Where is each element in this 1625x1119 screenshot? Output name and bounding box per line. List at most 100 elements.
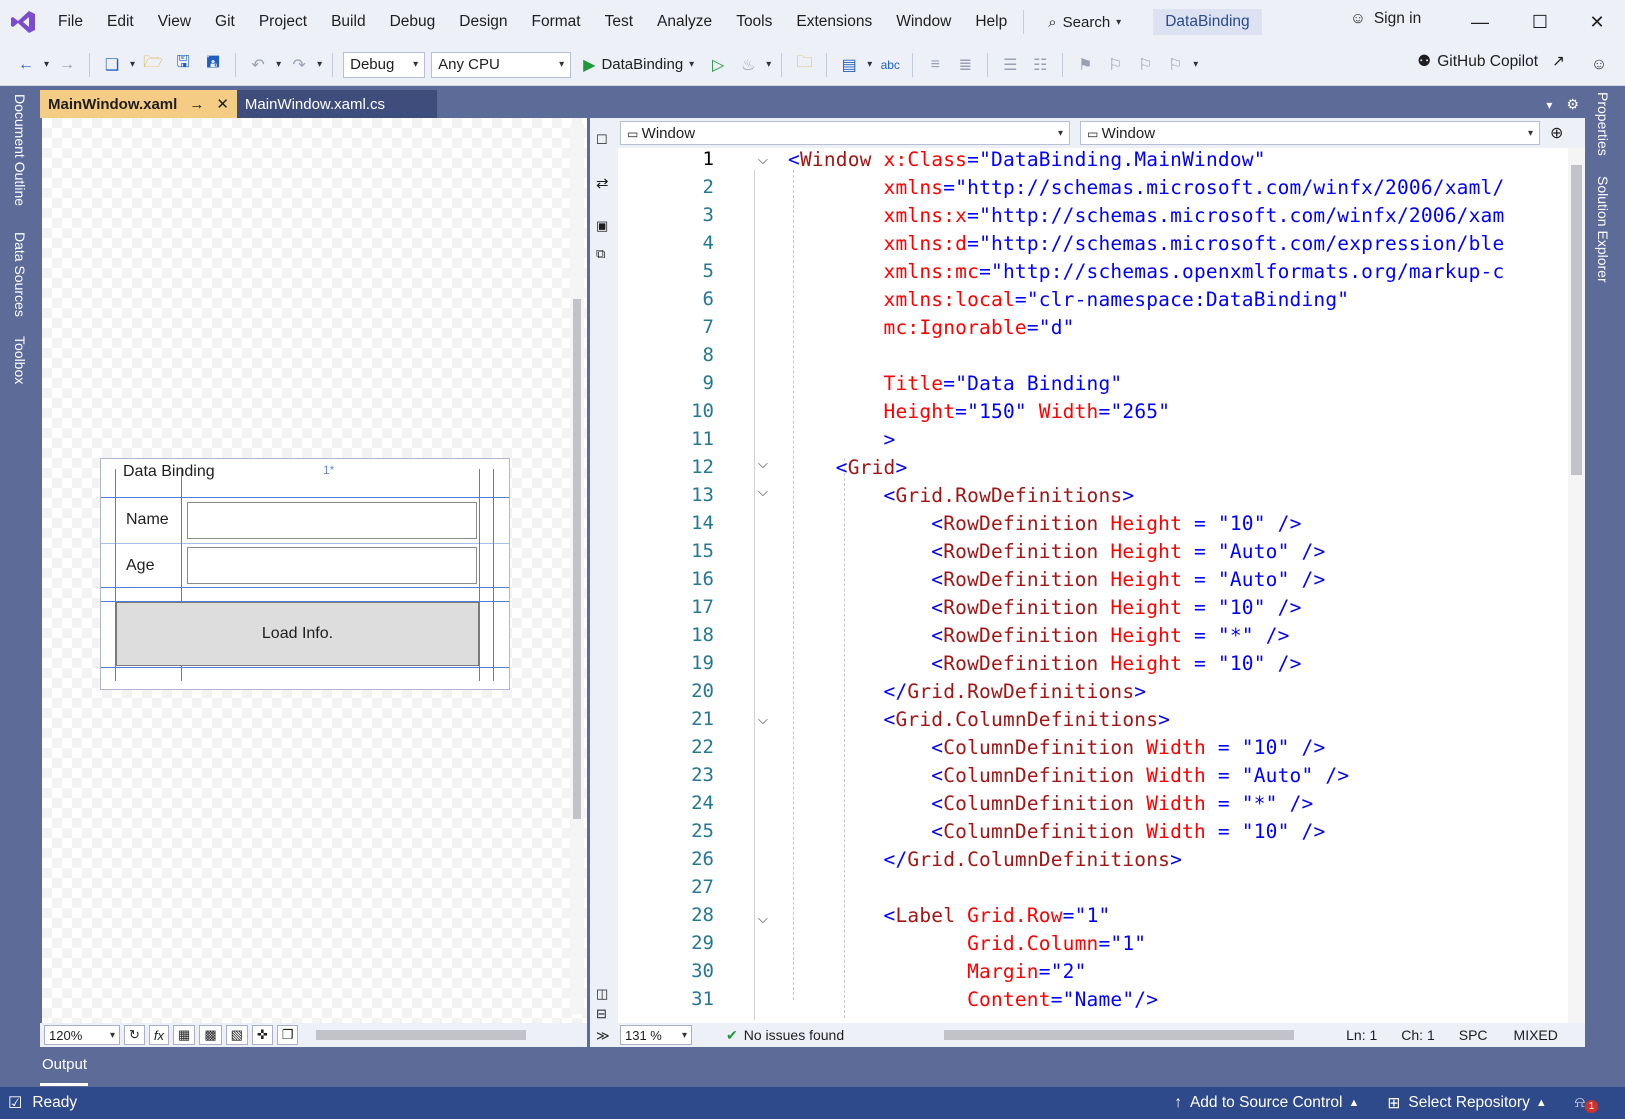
popout-icon[interactable]: ⧉ (596, 246, 605, 262)
whitespace-indicator[interactable]: SPC (1459, 1027, 1488, 1043)
save-all-icon[interactable]: 🖪 (201, 53, 225, 77)
type-select[interactable]: ▭ Window ▾ (620, 121, 1070, 145)
chevron-down-icon[interactable]: ▾ (44, 59, 49, 70)
hot-reload-icon[interactable]: ♨ (736, 53, 760, 77)
pin-icon[interactable]: → (189, 96, 204, 113)
menu-tools[interactable]: Tools (724, 13, 784, 31)
document-outline-tab[interactable]: Document Outline (12, 94, 28, 206)
open-folder-icon[interactable]: 🗁 (141, 53, 165, 77)
bookmark-icon[interactable]: ⚑ (1073, 53, 1097, 77)
xaml-code-editor[interactable]: 1 2 3 4 5 6 7 8 9 10 11 12 13 14 15 16 17 18 19 20 21 22 23 24 2… (618, 148, 1568, 1023)
add-to-source-control-button[interactable]: Add to Source Control (1190, 1094, 1343, 1112)
line-ending-indicator[interactable]: MIXED (1514, 1027, 1558, 1043)
issues-status[interactable]: No issues found (744, 1027, 844, 1043)
output-tab[interactable]: Output (42, 1056, 87, 1073)
chevron-down-icon[interactable]: ▾ (766, 59, 771, 70)
artboard-background-icon[interactable]: ▧ (225, 1025, 248, 1045)
expand-pane-icon[interactable]: ≫ (596, 1028, 610, 1044)
close-icon[interactable]: ✕ (216, 95, 229, 113)
solution-explorer-tab[interactable]: Solution Explorer (1595, 176, 1611, 283)
settings-gear-icon[interactable]: ⚙ (1566, 96, 1579, 113)
configuration-select[interactable]: Debug ▾ (343, 51, 426, 78)
designer-zoom-select[interactable]: 120% ▾ (44, 1025, 120, 1045)
tab-overflow-chevron-icon[interactable]: ▾ (1546, 98, 1552, 112)
navigate-forward-icon[interactable]: → (55, 53, 79, 77)
editor-scroll-thumb[interactable] (1571, 165, 1582, 475)
chevron-down-icon[interactable]: ▾ (130, 59, 135, 70)
zoom-to-fit-icon[interactable]: ☐ (596, 132, 608, 148)
chevron-down-icon[interactable]: ▾ (867, 59, 872, 70)
bookmark-prev-icon[interactable]: ⚐ (1103, 53, 1127, 77)
editor-zoom-select[interactable]: 131 % ▾ (620, 1025, 692, 1045)
save-icon[interactable]: 🖫 (171, 53, 195, 77)
project-code-icon[interactable]: ❐ (276, 1025, 299, 1045)
designer-scroll-thumb[interactable] (573, 299, 581, 819)
menu-analyze[interactable]: Analyze (645, 13, 724, 31)
collapse-chevron-icon[interactable]: ⌵ (758, 456, 768, 472)
menu-view[interactable]: View (146, 13, 203, 31)
chevron-down-icon[interactable]: ▾ (1193, 59, 1198, 70)
platform-select[interactable]: Any CPU ▾ (431, 51, 572, 78)
collapse-chevron-icon[interactable]: ⌵ (758, 712, 768, 728)
start-without-debugging-icon[interactable]: ▷ (706, 53, 730, 77)
snap-gridlines-icon[interactable]: ▩ (199, 1025, 222, 1045)
tab-mainwindow-xaml-cs[interactable]: MainWindow.xaml.cs (236, 90, 437, 118)
menu-format[interactable]: Format (520, 13, 593, 31)
menu-file[interactable]: File (46, 13, 95, 31)
uncomment-icon[interactable]: ☷ (1028, 53, 1052, 77)
horizontal-split-icon[interactable]: ⊟ (596, 1006, 607, 1022)
collapse-chevron-icon[interactable]: ⌵ (758, 484, 768, 500)
designer-vertical-scrollbar[interactable] (570, 124, 584, 1014)
chevron-down-icon[interactable]: ▾ (317, 59, 322, 70)
menu-git[interactable]: Git (203, 13, 247, 31)
load-info-button[interactable]: Load Info. (116, 602, 479, 666)
editor-horizontal-scrollbar[interactable] (944, 1030, 1295, 1040)
visual-studio-logo-icon[interactable] (0, 0, 46, 44)
split-editor-icon[interactable]: ⊕ (1550, 123, 1563, 143)
tab-mainwindow-xaml[interactable]: MainWindow.xaml → ✕ (40, 90, 237, 118)
menu-extensions[interactable]: Extensions (784, 13, 884, 31)
select-repository-button[interactable]: Select Repository (1408, 1094, 1529, 1112)
menu-test[interactable]: Test (593, 13, 645, 31)
github-copilot-button[interactable]: ⚉ GitHub Copilot ↗ (1417, 52, 1565, 71)
align-left-icon[interactable]: ≡ (923, 53, 947, 77)
spell-check-icon[interactable]: abc (878, 53, 902, 77)
menu-build[interactable]: Build (319, 13, 377, 31)
xaml-designer-surface[interactable]: Data Binding 1* Name Age Load Info. (42, 118, 587, 1023)
chevron-down-icon[interactable]: ▾ (276, 59, 281, 70)
properties-tab[interactable]: Properties (1595, 92, 1611, 156)
data-sources-tab[interactable]: Data Sources (12, 232, 28, 317)
collapse-pane-icon[interactable]: ▣ (596, 218, 608, 234)
notifications-bell-icon[interactable]: ⍾ 1 (1575, 1094, 1599, 1113)
menu-help[interactable]: Help (963, 13, 1019, 31)
line-indicator[interactable]: Ln: 1 (1346, 1027, 1377, 1043)
menu-design[interactable]: Design (447, 13, 519, 31)
name-textbox[interactable] (187, 502, 477, 539)
swap-panes-icon[interactable]: ⇄ (596, 174, 609, 192)
menu-edit[interactable]: Edit (95, 13, 146, 31)
bookmark-clear-icon[interactable]: ⚐ (1163, 53, 1187, 77)
comment-icon[interactable]: ☰ (998, 53, 1022, 77)
vertical-split-icon[interactable]: ◫ (596, 986, 608, 1002)
sign-in-button[interactable]: ☺ Sign in (1350, 10, 1421, 28)
age-textbox[interactable] (187, 547, 477, 584)
menu-window[interactable]: Window (884, 13, 963, 31)
menu-debug[interactable]: Debug (378, 13, 448, 31)
member-select[interactable]: ▭ Window ▾ (1080, 121, 1540, 145)
layout-icon[interactable]: ▤ (837, 53, 861, 77)
collapse-chevron-icon[interactable]: ⌵ (758, 911, 768, 927)
browse-folder-icon[interactable]: 🗀 (792, 53, 816, 77)
feedback-icon[interactable]: ☺ (1587, 53, 1611, 77)
maximize-button[interactable]: ☐ (1518, 8, 1562, 36)
refresh-icon[interactable]: ↻ (124, 1025, 145, 1045)
toolbox-tab[interactable]: Toolbox (12, 336, 28, 384)
redo-icon[interactable]: ↷ (287, 53, 311, 77)
collapse-chevron-icon[interactable]: ⌵ (758, 152, 768, 168)
grid-icon[interactable]: ▦ (173, 1025, 196, 1045)
chevron-up-icon[interactable]: ▲ (1536, 1097, 1547, 1109)
column-indicator[interactable]: Ch: 1 (1401, 1027, 1434, 1043)
menu-project[interactable]: Project (247, 13, 319, 31)
snap-to-lines-icon[interactable]: ✜ (251, 1025, 273, 1045)
undo-icon[interactable]: ↶ (246, 53, 270, 77)
close-window-button[interactable]: ✕ (1575, 8, 1619, 36)
